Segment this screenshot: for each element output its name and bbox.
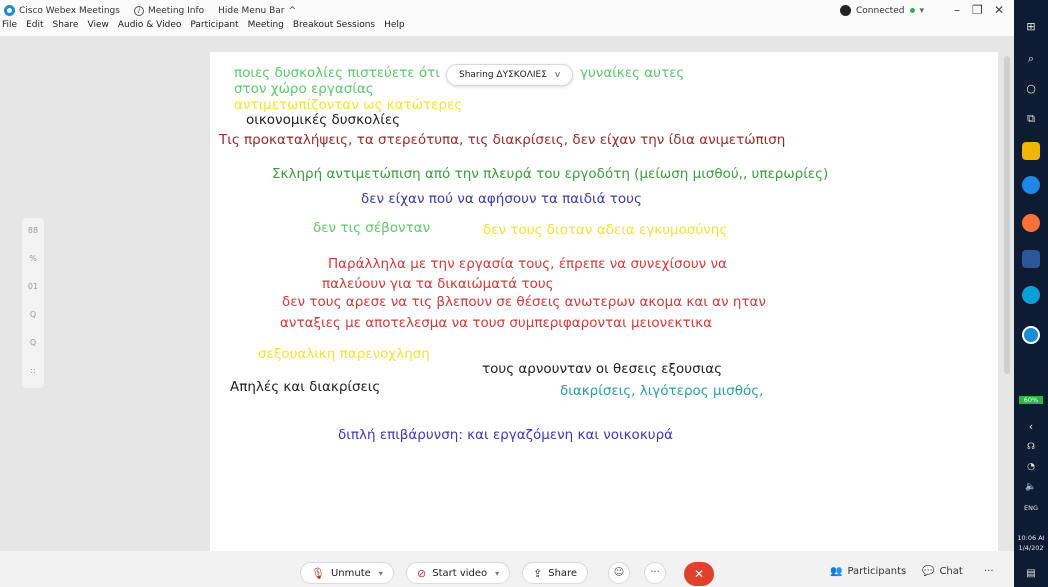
title-row: Cisco Webex Meetings i Meeting Info Hide… — [4, 5, 310, 16]
whiteboard-text: παλεύουν για τα δικαιώματά τους — [322, 276, 554, 292]
whiteboard-text: Τις προκαταλήψεις, τα στερεότυπα, τις δι… — [219, 132, 786, 148]
whiteboard-text: Παράλληλα με την εργασία τους, έπρεπε να… — [328, 256, 727, 272]
webex-taskbar-icon[interactable] — [1022, 326, 1040, 344]
title-bar: Cisco Webex Meetings i Meeting Info Hide… — [0, 0, 1014, 36]
whiteboard-text: διακρίσεις, λιγότερος μισθός, — [560, 383, 764, 399]
file-explorer-icon[interactable] — [1022, 142, 1040, 160]
language-indicator[interactable]: ENG — [1014, 504, 1048, 512]
battery-indicator[interactable]: 60% — [1019, 396, 1043, 404]
vertical-scrollbar[interactable] — [1004, 56, 1010, 374]
whiteboard-text: δεν τις σέβονταν — [313, 220, 431, 236]
caret-up-icon: ^ — [288, 5, 297, 16]
browser-icon[interactable] — [1022, 176, 1040, 194]
whiteboard-text: Απηλές και διακρίσεις — [230, 379, 381, 395]
whiteboard-text: αντιμετωπίζονταν ως κατώτερες — [234, 97, 463, 113]
status-dot-icon — [910, 8, 916, 13]
chevron-down-icon: v — [554, 70, 561, 80]
percent-icon[interactable]: % — [22, 254, 44, 263]
chat-icon: 💬 — [922, 566, 935, 577]
menu-participant[interactable]: Participant — [190, 20, 238, 30]
participants-icon: 👥 — [830, 566, 843, 577]
more-options-button[interactable]: ··· — [644, 562, 666, 584]
whiteboard-text: οικονομικές δυσκολίες — [246, 112, 401, 128]
unmute-button[interactable]: 🎙 Unmute ▾ — [300, 562, 394, 584]
whiteboard-text: δεν τους αρεσε να τις βλεπουν σε θέσεις … — [282, 294, 766, 310]
chevron-down-icon[interactable]: ▾ — [495, 569, 499, 578]
zoom-out-icon[interactable]: Q — [22, 338, 44, 347]
reactions-icon[interactable]: ☺ — [608, 562, 630, 584]
share-button[interactable]: ⇪ Share — [522, 562, 589, 584]
notifications-icon[interactable]: ▤ — [1014, 568, 1048, 579]
clock-date[interactable]: 1/4/202 — [1014, 544, 1048, 552]
app-title: Cisco Webex Meetings — [4, 5, 120, 16]
minimize-icon[interactable]: – — [954, 3, 960, 17]
menu-view[interactable]: View — [87, 20, 108, 30]
firefox-icon[interactable] — [1022, 214, 1040, 232]
meeting-controls-bar: 🎙 Unmute ▾ ⊘ Start video ▾ ⇪ Share ☺ ···… — [0, 551, 1014, 587]
menu-bar: File Edit Share View Audio & Video Parti… — [2, 20, 414, 30]
menu-meeting[interactable]: Meeting — [248, 20, 284, 30]
whiteboard-text: τους αρνουνταν οι θεσεις εξουσιας — [482, 361, 723, 377]
edge-icon[interactable] — [1022, 286, 1040, 304]
whiteboard-text: στον χώρο εργασίας — [234, 81, 374, 97]
menu-file[interactable]: File — [2, 20, 17, 30]
ratio-icon[interactable]: 01 — [22, 282, 44, 291]
windows-start-icon[interactable]: ⊞ — [1014, 20, 1048, 33]
whiteboard-text: δεν είχαν πού να αφήσουν τα παιδιά τους — [361, 191, 642, 207]
chevron-down-icon[interactable]: ▾ — [379, 569, 383, 578]
menu-edit[interactable]: Edit — [26, 20, 43, 30]
clock-time[interactable]: 10:06 AI — [1014, 534, 1048, 542]
menu-help[interactable]: Help — [384, 20, 405, 30]
menu-breakout[interactable]: Breakout Sessions — [293, 20, 375, 30]
participants-button[interactable]: 👥 Participants — [830, 566, 906, 577]
cortana-icon[interactable]: ○ — [1014, 82, 1048, 95]
chat-button[interactable]: 💬 Chat — [922, 566, 963, 577]
leave-meeting-button[interactable]: ✕ — [684, 562, 714, 586]
network-icon[interactable]: ☊ — [1014, 442, 1048, 452]
connection-status[interactable]: Connected ▾ — [840, 5, 924, 16]
sharing-indicator[interactable]: Sharing ΔΥΣΚΟΛΙΕΣ v — [446, 64, 574, 86]
menu-share[interactable]: Share — [53, 20, 79, 30]
zoom-in-icon[interactable]: Q — [22, 310, 44, 319]
wifi-icon[interactable]: ◔ — [1014, 462, 1048, 472]
menu-audio-video[interactable]: Audio & Video — [118, 20, 182, 30]
show-hidden-icons-icon[interactable]: ‹ — [1014, 420, 1048, 433]
search-icon[interactable]: ⌕ — [1014, 52, 1048, 66]
whiteboard-text: γυναίκες αυτες — [580, 65, 685, 81]
meeting-info-button[interactable]: i Meeting Info — [133, 5, 204, 16]
whiteboard-text: Σκληρή αντιμετώπιση από την πλευρά του ε… — [272, 166, 829, 182]
whiteboard-text: ποιες δυσκολίες πιστεύετε ότι — [234, 65, 440, 81]
info-icon: i — [133, 5, 144, 16]
grid-icon[interactable]: 88 — [22, 226, 44, 235]
video-off-icon: ⊘ — [417, 566, 427, 580]
word-icon[interactable] — [1022, 250, 1040, 268]
whiteboard-text: ανταξιες με αποτελεσμα να τουσ συμπεριφα… — [280, 315, 712, 331]
hide-menu-bar-button[interactable]: Hide Menu Bar ^ — [218, 6, 296, 16]
whiteboard-text: διπλή επιβάρυνση: και εργαζόμενη και νοι… — [338, 427, 674, 443]
restore-icon[interactable]: ❐ — [972, 3, 983, 17]
share-icon: ⇪ — [533, 566, 543, 580]
more-panels-button[interactable]: ··· — [984, 566, 994, 577]
windows-taskbar: ⊞ ⌕ ○ ⧉ 60% ‹ ☊ ◔ 🔈 ENG 10:06 AI 1/4/202… — [1014, 0, 1048, 587]
webex-logo-icon — [4, 5, 15, 16]
task-view-icon[interactable]: ⧉ — [1014, 112, 1048, 126]
volume-icon[interactable]: 🔈 — [1014, 482, 1048, 492]
start-video-button[interactable]: ⊘ Start video ▾ — [406, 562, 511, 584]
connection-icon — [840, 5, 851, 16]
fit-screen-icon[interactable]: :: — [22, 366, 44, 375]
close-icon[interactable]: ✕ — [994, 3, 1004, 17]
annotation-toolbar: 88 % 01 Q Q :: — [22, 218, 44, 388]
chevron-down-icon: ▾ — [919, 5, 924, 16]
whiteboard-text: δεν τους διοταν αδεια εγκυμοσύνης — [483, 222, 728, 238]
mic-muted-icon: 🎙 — [311, 566, 325, 580]
whiteboard-text: σεξουαλικη παρενοχληση — [258, 346, 430, 362]
